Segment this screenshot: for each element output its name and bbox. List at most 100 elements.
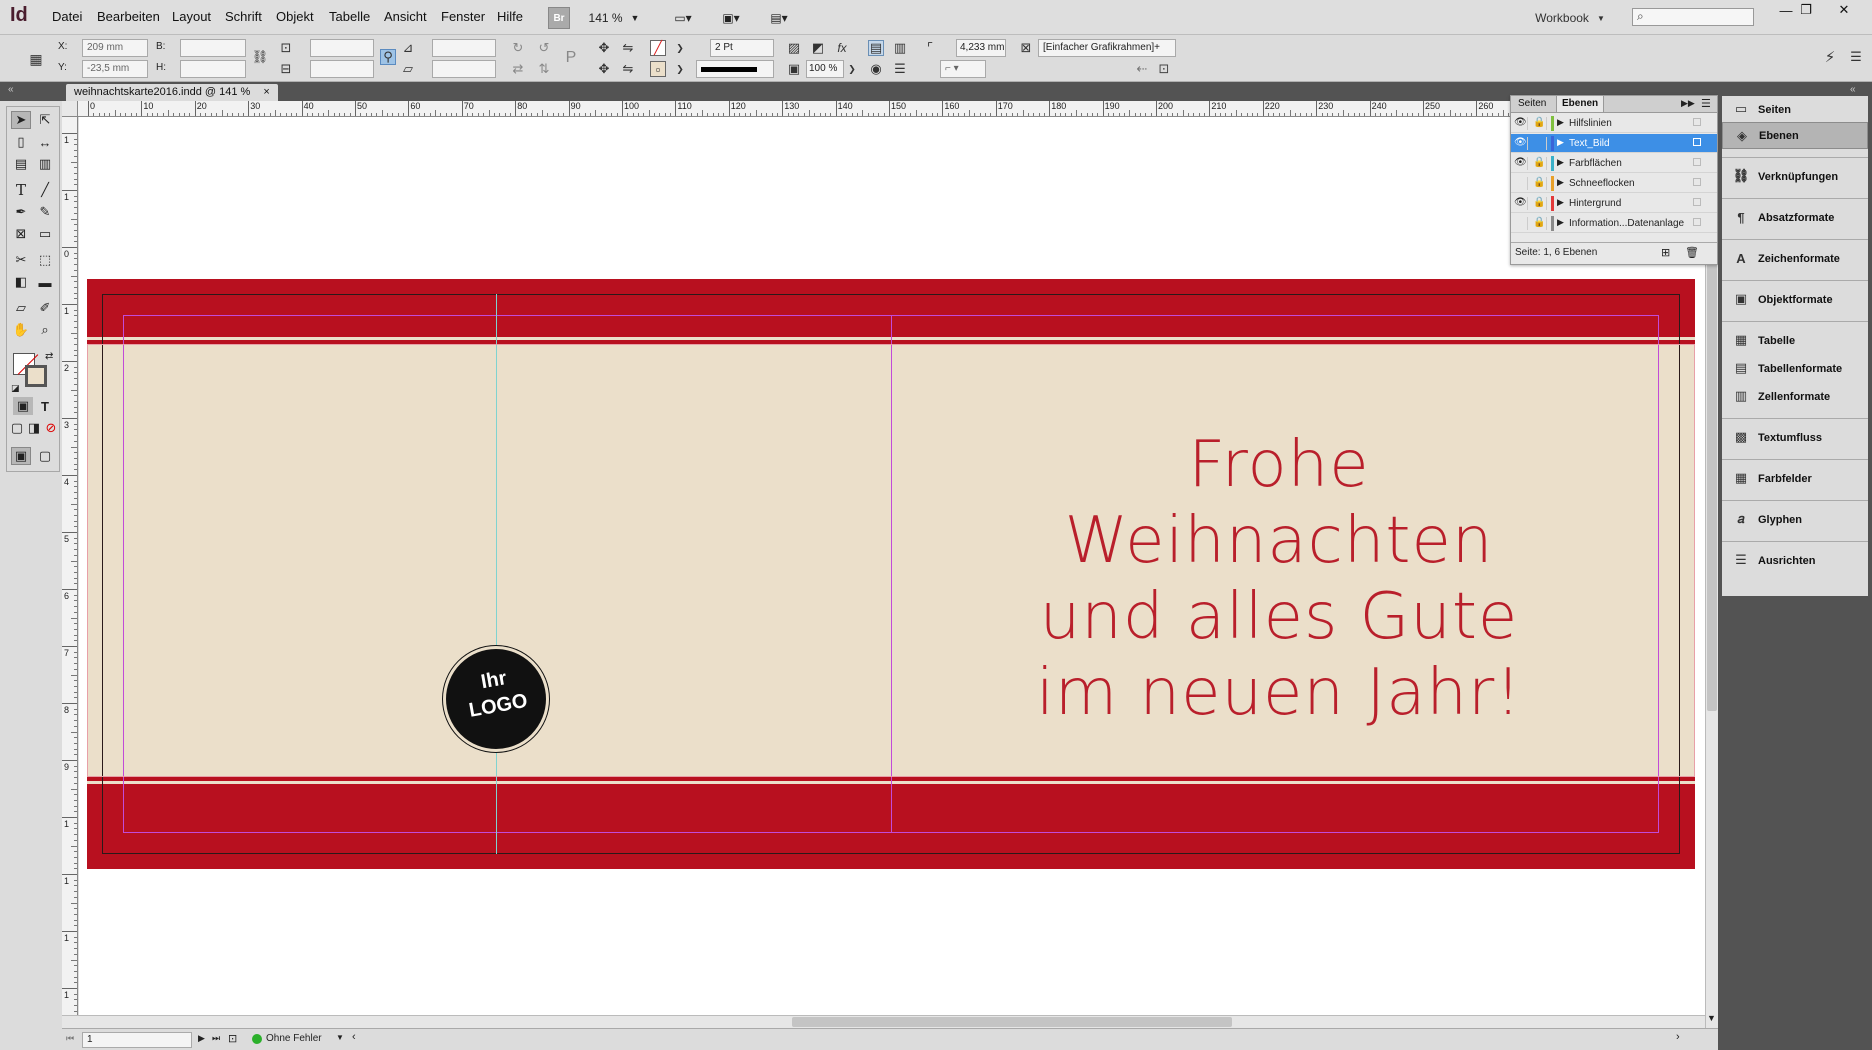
eye-icon[interactable]: 👁 (1514, 137, 1528, 150)
arrange-documents-icon[interactable]: ▤▾ (764, 7, 794, 29)
object-style-dropdown[interactable]: [Einfacher Grafikrahmen]+ (1038, 39, 1176, 57)
menu-bearbeiten[interactable]: Bearbeiten (97, 9, 160, 24)
layer-row[interactable]: 👁 🔒 ▶ Farbflächen (1511, 154, 1717, 173)
stroke-swatch[interactable] (25, 365, 47, 387)
line-tool-icon[interactable]: ╱ (35, 181, 55, 199)
dock-item-zeichenformate[interactable]: A Zeichenformate (1722, 245, 1868, 272)
rotation-field[interactable] (432, 39, 496, 57)
rectangle-frame-tool-icon[interactable]: ⊠ (11, 225, 31, 243)
text-wrap-jump-icon[interactable]: ☰ (892, 61, 908, 77)
restore-button[interactable]: ❐ (1788, 0, 1824, 20)
chevron-right-icon[interactable]: ❯ (672, 40, 688, 56)
scale-x-field[interactable] (310, 39, 374, 57)
text-wrap-shape-icon[interactable]: ◉ (868, 61, 884, 77)
layer-row[interactable]: 👁 🔒 ▶ Hintergrund (1511, 194, 1717, 213)
tab-pages[interactable]: Seiten (1513, 96, 1552, 112)
stroke-type-dropdown[interactable] (696, 60, 774, 78)
type-tool-icon[interactable]: T (11, 181, 31, 199)
collapse-panel-icon[interactable]: ▶▶ (1681, 98, 1695, 109)
rotate-cw-icon[interactable]: ↻ (510, 40, 526, 56)
layer-target-icon[interactable] (1693, 138, 1701, 146)
zoom-dropdown[interactable]: 141 % ▼ (586, 7, 642, 29)
eyedropper-tool-icon[interactable]: ✐ (35, 299, 55, 317)
preflight-status[interactable]: Ohne Fehler (266, 1033, 322, 1044)
lock-icon[interactable]: 🔒 (1533, 217, 1547, 230)
scroll-down-icon[interactable]: ▼ (1707, 1013, 1716, 1023)
menu-datei[interactable]: Datei (52, 9, 82, 24)
menu-fenster[interactable]: Fenster (441, 9, 485, 24)
dock-item-glyphen[interactable]: 𝑎 Glyphen (1722, 506, 1868, 533)
corner-size-field[interactable]: 4,233 mm (956, 39, 1006, 57)
formatting-text-icon[interactable]: T (35, 397, 55, 415)
content-placer-icon[interactable]: ▥ (35, 155, 55, 173)
text-wrap-none-icon[interactable]: ▤ (868, 40, 884, 56)
visibility-toggle[interactable] (1514, 217, 1528, 230)
eye-icon[interactable]: 👁 (1514, 117, 1528, 130)
new-layer-icon[interactable]: ⊞ (1661, 246, 1670, 259)
path-icon[interactable]: P (560, 47, 582, 69)
menu-tabelle[interactable]: Tabelle (329, 9, 370, 24)
swap-colors-icon[interactable]: ⇄ (45, 351, 53, 362)
lock-icon[interactable]: 🔒 (1533, 177, 1547, 190)
corner-shape-dropdown[interactable]: ⌐ ▾ (940, 60, 986, 78)
opacity-field[interactable]: 100 % (806, 60, 844, 78)
select-next-icon[interactable]: ⇋ (620, 61, 636, 77)
expand-dock-icon[interactable]: « (1850, 84, 1856, 95)
menu-layout[interactable]: Layout (172, 9, 211, 24)
page-number-field[interactable]: 1 (82, 1032, 192, 1048)
clear-overrides-icon[interactable]: ⇠ (1134, 61, 1150, 77)
layer-row[interactable]: 👁 🔒 ▶ Hilfslinien (1511, 114, 1717, 133)
eye-icon[interactable]: 👁 (1514, 197, 1528, 210)
select-content-icon[interactable]: ⇋ (620, 40, 636, 56)
screen-mode-icon[interactable]: ▣▾ (716, 7, 746, 29)
collapse-toolbar-icon[interactable]: « (8, 84, 14, 95)
bridge-button[interactable]: Br (548, 7, 570, 29)
menu-objekt[interactable]: Objekt (276, 9, 314, 24)
workspace-dropdown[interactable]: Workbook ▼ (1528, 7, 1612, 29)
apply-none-icon[interactable]: ⊘ (41, 419, 61, 437)
horizontal-scroll-thumb[interactable] (792, 1017, 1232, 1027)
visibility-toggle[interactable] (1514, 177, 1528, 190)
dock-item-textumfluss[interactable]: ▩ Textumfluss (1722, 424, 1868, 451)
lock-toggle[interactable] (1533, 137, 1547, 150)
expand-triangle-icon[interactable]: ▶ (1557, 217, 1564, 228)
dock-item-tabellenformate[interactable]: ▤ Tabellenformate (1722, 355, 1868, 382)
dock-item-ausrichten[interactable]: ☰ Ausrichten (1722, 547, 1868, 574)
quick-apply-icon[interactable]: ⚡ (1822, 49, 1838, 66)
select-previous-icon[interactable]: ✥ (596, 61, 612, 77)
menu-hilfe[interactable]: Hilfe (497, 9, 523, 24)
height-field[interactable] (180, 60, 246, 78)
gradient-swatch-tool-icon[interactable]: ◧ (11, 273, 31, 291)
expand-triangle-icon[interactable]: ▶ (1557, 157, 1564, 168)
apply-style-icon[interactable]: ⊡ (1156, 61, 1172, 77)
tab-layers[interactable]: Ebenen (1556, 96, 1605, 112)
content-collector-icon[interactable]: ▤ (11, 155, 31, 173)
layer-target-icon[interactable] (1693, 178, 1701, 186)
rectangle-tool-icon[interactable]: ▭ (35, 225, 55, 243)
next-page-icon[interactable]: ▶ (198, 1033, 205, 1044)
fill-none-icon[interactable]: ╱ (650, 40, 666, 56)
chevron-right-icon[interactable]: ❯ (844, 61, 860, 77)
drop-shadow-icon[interactable]: ▨ (786, 40, 802, 56)
hand-tool-icon[interactable]: ✋ (11, 321, 31, 339)
corner-options-icon[interactable]: ⌜ (922, 40, 938, 56)
panel-menu-icon[interactable]: ☰ (1848, 49, 1864, 65)
x-position-field[interactable]: 209 mm (82, 39, 148, 57)
link-scale-icon[interactable]: ⚲ (380, 49, 396, 65)
document-canvas[interactable]: Frohe Weihnachten und alles Gute im neue… (79, 117, 1705, 1015)
view-options-icon[interactable]: ▭▾ (668, 7, 698, 29)
note-tool-icon[interactable]: ▱ (11, 299, 31, 317)
dock-item-ebenen[interactable]: ◈ Ebenen (1722, 122, 1868, 149)
chevron-right-icon[interactable]: ❯ (672, 61, 688, 77)
y-position-field[interactable]: -23,5 mm (82, 60, 148, 78)
select-container-icon[interactable]: ✥ (596, 40, 612, 56)
gradient-feather-tool-icon[interactable]: ▬ (35, 273, 55, 291)
menu-schrift[interactable]: Schrift (225, 9, 262, 24)
lock-icon[interactable]: 🔒 (1533, 117, 1547, 130)
last-page-icon[interactable]: ⏭ (212, 1033, 220, 1044)
layer-target-icon[interactable] (1693, 118, 1701, 126)
zoom-tool-icon[interactable]: ⌕ (35, 321, 55, 339)
stroke-weight-field[interactable]: 2 Pt (710, 39, 774, 57)
expand-triangle-icon[interactable]: ▶ (1557, 197, 1564, 208)
vertical-scroll-thumb[interactable] (1707, 251, 1717, 711)
